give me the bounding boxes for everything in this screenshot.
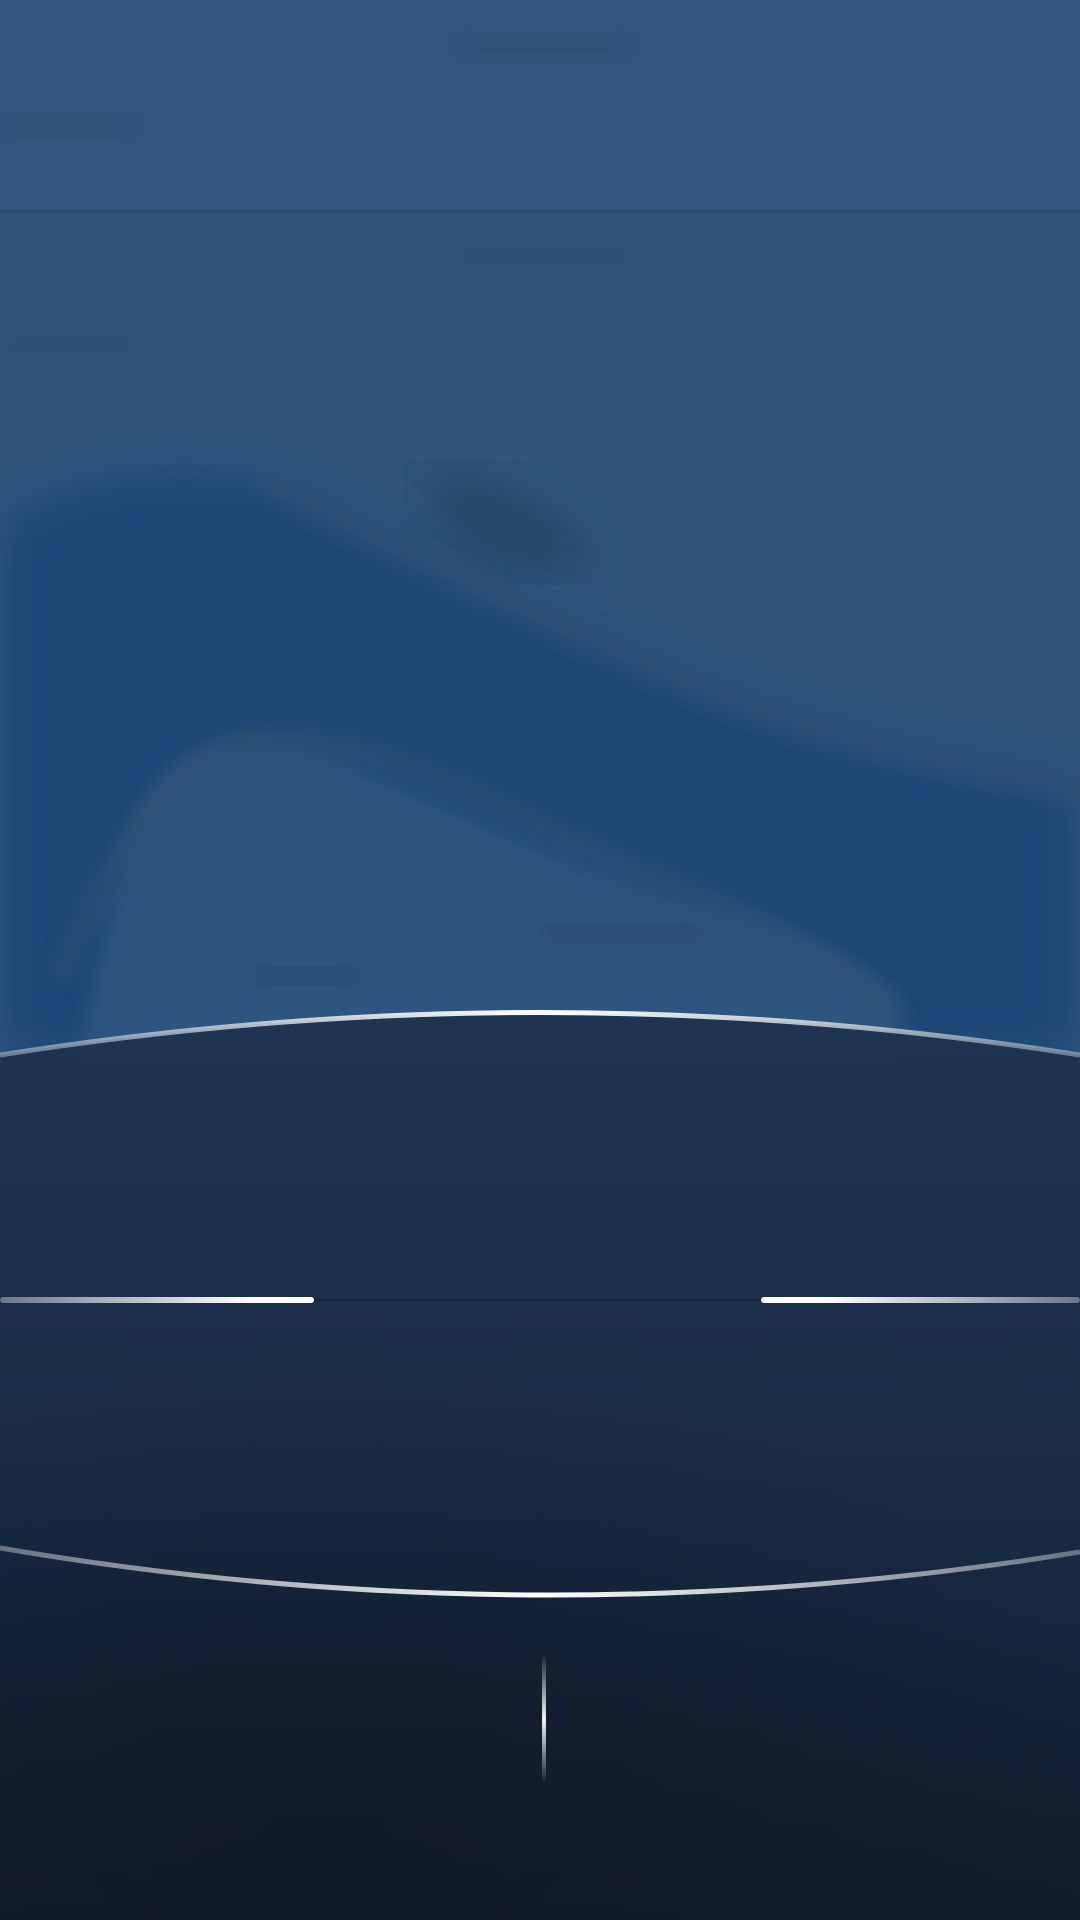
app-screen	[0, 0, 1080, 1920]
overlay-shade	[0, 1300, 1080, 1920]
left-guide-line-icon	[0, 1297, 314, 1303]
overlay-panel	[0, 1010, 1080, 1920]
right-guide-line-icon	[761, 1297, 1080, 1303]
center-handle-icon[interactable]	[542, 1657, 546, 1781]
guide-line-gap	[314, 1299, 761, 1301]
